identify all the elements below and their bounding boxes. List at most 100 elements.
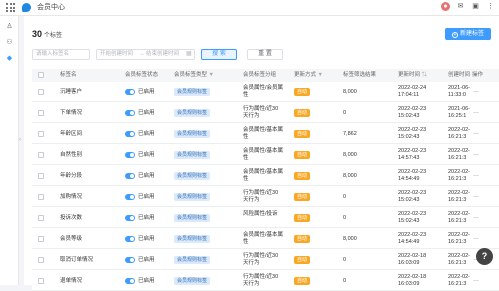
- col-filter-result: 标签筛选结果: [343, 72, 377, 78]
- table-row[interactable]: 取消订单情况 已启用 会员规则标签 行为属性/近30 天行为 自动 0 2022-02-18 1…: [32, 250, 499, 270]
- reset-button[interactable]: 重 置: [247, 49, 283, 60]
- group-icon[interactable]: ⚇: [5, 38, 14, 47]
- table-row[interactable]: 下单情况 已启用 会员规则标签 行为属性/近30 天行为 自动 0 2022-02-23 15:…: [32, 103, 499, 123]
- filter-icon[interactable]: ▼: [209, 72, 214, 78]
- tag-icon[interactable]: ▣: [471, 2, 480, 11]
- updated-date: 2022-02-23: [398, 211, 427, 217]
- created-time: 16:21:3: [448, 134, 467, 140]
- created-date: 2022-02-: [448, 232, 471, 238]
- row-checkbox[interactable]: [38, 89, 44, 95]
- row-checkbox[interactable]: [38, 236, 44, 242]
- col-created-time: 创建时间: [448, 72, 471, 78]
- status-toggle[interactable]: [125, 257, 135, 263]
- tag-group-line-1: 会员属性/基本属: [243, 232, 284, 238]
- table-row[interactable]: 自然性别 已启用 会员规则标签 会员属性/基本属性自动 8,000 2022-02-23 1…: [32, 145, 499, 165]
- mail-icon[interactable]: ✉: [456, 2, 465, 11]
- row-more-icon[interactable]: …: [473, 193, 479, 199]
- created-time: 11:33:0: [448, 92, 466, 98]
- tag-group-line-2: 天行为: [243, 260, 260, 266]
- row-checkbox[interactable]: [38, 278, 44, 284]
- tag-group-line-2: 天行为: [243, 197, 260, 203]
- status-toggle[interactable]: [125, 194, 135, 200]
- sort-icon[interactable]: ⇅: [422, 72, 428, 78]
- tag-icon[interactable]: ◆: [5, 54, 14, 63]
- filter-icon[interactable]: ▼: [318, 72, 323, 78]
- update-mode-badge: 自动: [294, 256, 311, 264]
- tag-name: 加购情况: [60, 194, 83, 200]
- filter-result: 0: [343, 278, 347, 284]
- avatar-icon[interactable]: ●: [441, 2, 450, 11]
- calendar-icon: ▦: [186, 51, 192, 57]
- status-toggle[interactable]: [125, 236, 135, 242]
- filter-result: 8,000: [343, 173, 357, 179]
- select-all-checkbox[interactable]: [38, 72, 44, 78]
- col-updated-time[interactable]: 更新时间 ⇅: [398, 69, 427, 82]
- member-icon[interactable]: ♙: [5, 22, 14, 31]
- tag-group-line-2: 性: [243, 155, 249, 161]
- tag-count: 30 个标签: [32, 29, 62, 39]
- tag-group-line-1: 行为属性/近30: [243, 253, 279, 259]
- row-more-icon[interactable]: …: [473, 214, 479, 220]
- tag-name: 自然性别: [60, 152, 83, 158]
- status-toggle[interactable]: [125, 278, 135, 284]
- help-button[interactable]: ?: [476, 248, 493, 265]
- created-date: 2022-02-: [448, 190, 471, 196]
- table-row[interactable]: 加购情况 已启用 会员规则标签 行为属性/近30 天行为 自动 0 2022-02-23 15:…: [32, 187, 499, 207]
- filter-result: 0: [343, 257, 347, 263]
- row-checkbox[interactable]: [38, 131, 44, 137]
- date-end-placeholder: 结束创建时间: [146, 51, 180, 57]
- row-more-icon[interactable]: …: [473, 235, 479, 241]
- updated-time: 15:02:43: [398, 113, 420, 119]
- tag-group-line-1: 会员属性/基本属: [243, 127, 284, 133]
- new-tag-button[interactable]: + 新建标签: [445, 28, 491, 40]
- row-more-icon[interactable]: …: [473, 109, 479, 115]
- status-label: 已启用: [138, 257, 155, 263]
- status-toggle[interactable]: [125, 215, 135, 221]
- row-more-icon[interactable]: …: [473, 172, 479, 178]
- row-checkbox[interactable]: [38, 215, 44, 221]
- status-toggle[interactable]: [125, 131, 135, 137]
- main-panel: 30 个标签 + 新建标签 请输入标签名 开始创建时间 → 结束创建时间 ▦ 搜 索…: [24, 16, 499, 291]
- collapse-sidebar-icon[interactable]: ‹: [19, 136, 23, 144]
- col-updated-time-label: 更新时间: [398, 72, 421, 78]
- update-mode-badge: 自动: [294, 88, 311, 96]
- row-more-icon[interactable]: …: [473, 130, 479, 136]
- col-update-mode-label: 更新方式: [294, 72, 317, 78]
- row-checkbox[interactable]: [38, 257, 44, 263]
- row-checkbox[interactable]: [38, 152, 44, 158]
- updated-date: 2022-02-24: [398, 85, 427, 91]
- more-icon[interactable]: ⋮: [486, 2, 495, 11]
- update-mode-badge: 自动: [294, 235, 311, 243]
- table-row[interactable]: 会员等级 已启用 会员规则标签 会员属性/基本属性自动 8,000 2022-02-23 1…: [32, 229, 499, 249]
- app-grid-icon[interactable]: [6, 3, 15, 12]
- row-checkbox[interactable]: [38, 173, 44, 179]
- updated-date: 2022-02-23: [398, 148, 427, 154]
- status-toggle[interactable]: [125, 152, 135, 158]
- filter-result: 8,000: [343, 152, 357, 158]
- table-row[interactable]: 沉睡客户 已启用 会员规则标签 会员属性/会员属性自动 8,000 2022-02-24 1…: [32, 82, 499, 102]
- status-toggle[interactable]: [125, 110, 135, 116]
- table-row[interactable]: 退单情况 已启用 会员规则标签 行为属性/近30 天行为 自动 0 2022-02-18 16:…: [32, 271, 499, 291]
- create-date-range-input[interactable]: 开始创建时间 → 结束创建时间 ▦: [96, 49, 195, 60]
- tag-group-line-2: 性: [243, 92, 249, 98]
- updated-time: 14:54:49: [398, 176, 420, 182]
- col-tag-type[interactable]: 会员标签类型 ▼: [174, 69, 214, 82]
- table-row[interactable]: 年龄分段 已启用 会员规则标签 会员属性/基本属性自动 8,000 2022-02-23 1…: [32, 166, 499, 186]
- status-toggle[interactable]: [125, 173, 135, 179]
- tag-name-search-input[interactable]: 请输入标签名: [32, 49, 90, 60]
- search-button[interactable]: 搜 索: [201, 49, 237, 60]
- row-checkbox[interactable]: [38, 110, 44, 116]
- row-more-icon[interactable]: …: [473, 151, 479, 157]
- new-tag-label: 新建标签: [459, 31, 484, 37]
- updated-time: 16:03:09: [398, 260, 420, 266]
- table-row[interactable]: 投诉次数 已启用 会员规则标签 风险属性/投诉 自动 0 2022-02-23 15:02:4…: [32, 208, 499, 228]
- row-checkbox[interactable]: [38, 194, 44, 200]
- table-row[interactable]: 年龄区间 已启用 会员规则标签 会员属性/基本属性自动 7,862 2022-02-23 1…: [32, 124, 499, 144]
- created-date: 2022-02-: [448, 169, 471, 175]
- status-label: 已启用: [138, 236, 155, 242]
- update-mode-badge: 自动: [294, 172, 311, 180]
- col-update-mode[interactable]: 更新方式 ▼: [294, 69, 323, 82]
- row-more-icon[interactable]: …: [473, 277, 479, 283]
- status-toggle[interactable]: [125, 89, 135, 95]
- row-more-icon[interactable]: …: [473, 88, 479, 94]
